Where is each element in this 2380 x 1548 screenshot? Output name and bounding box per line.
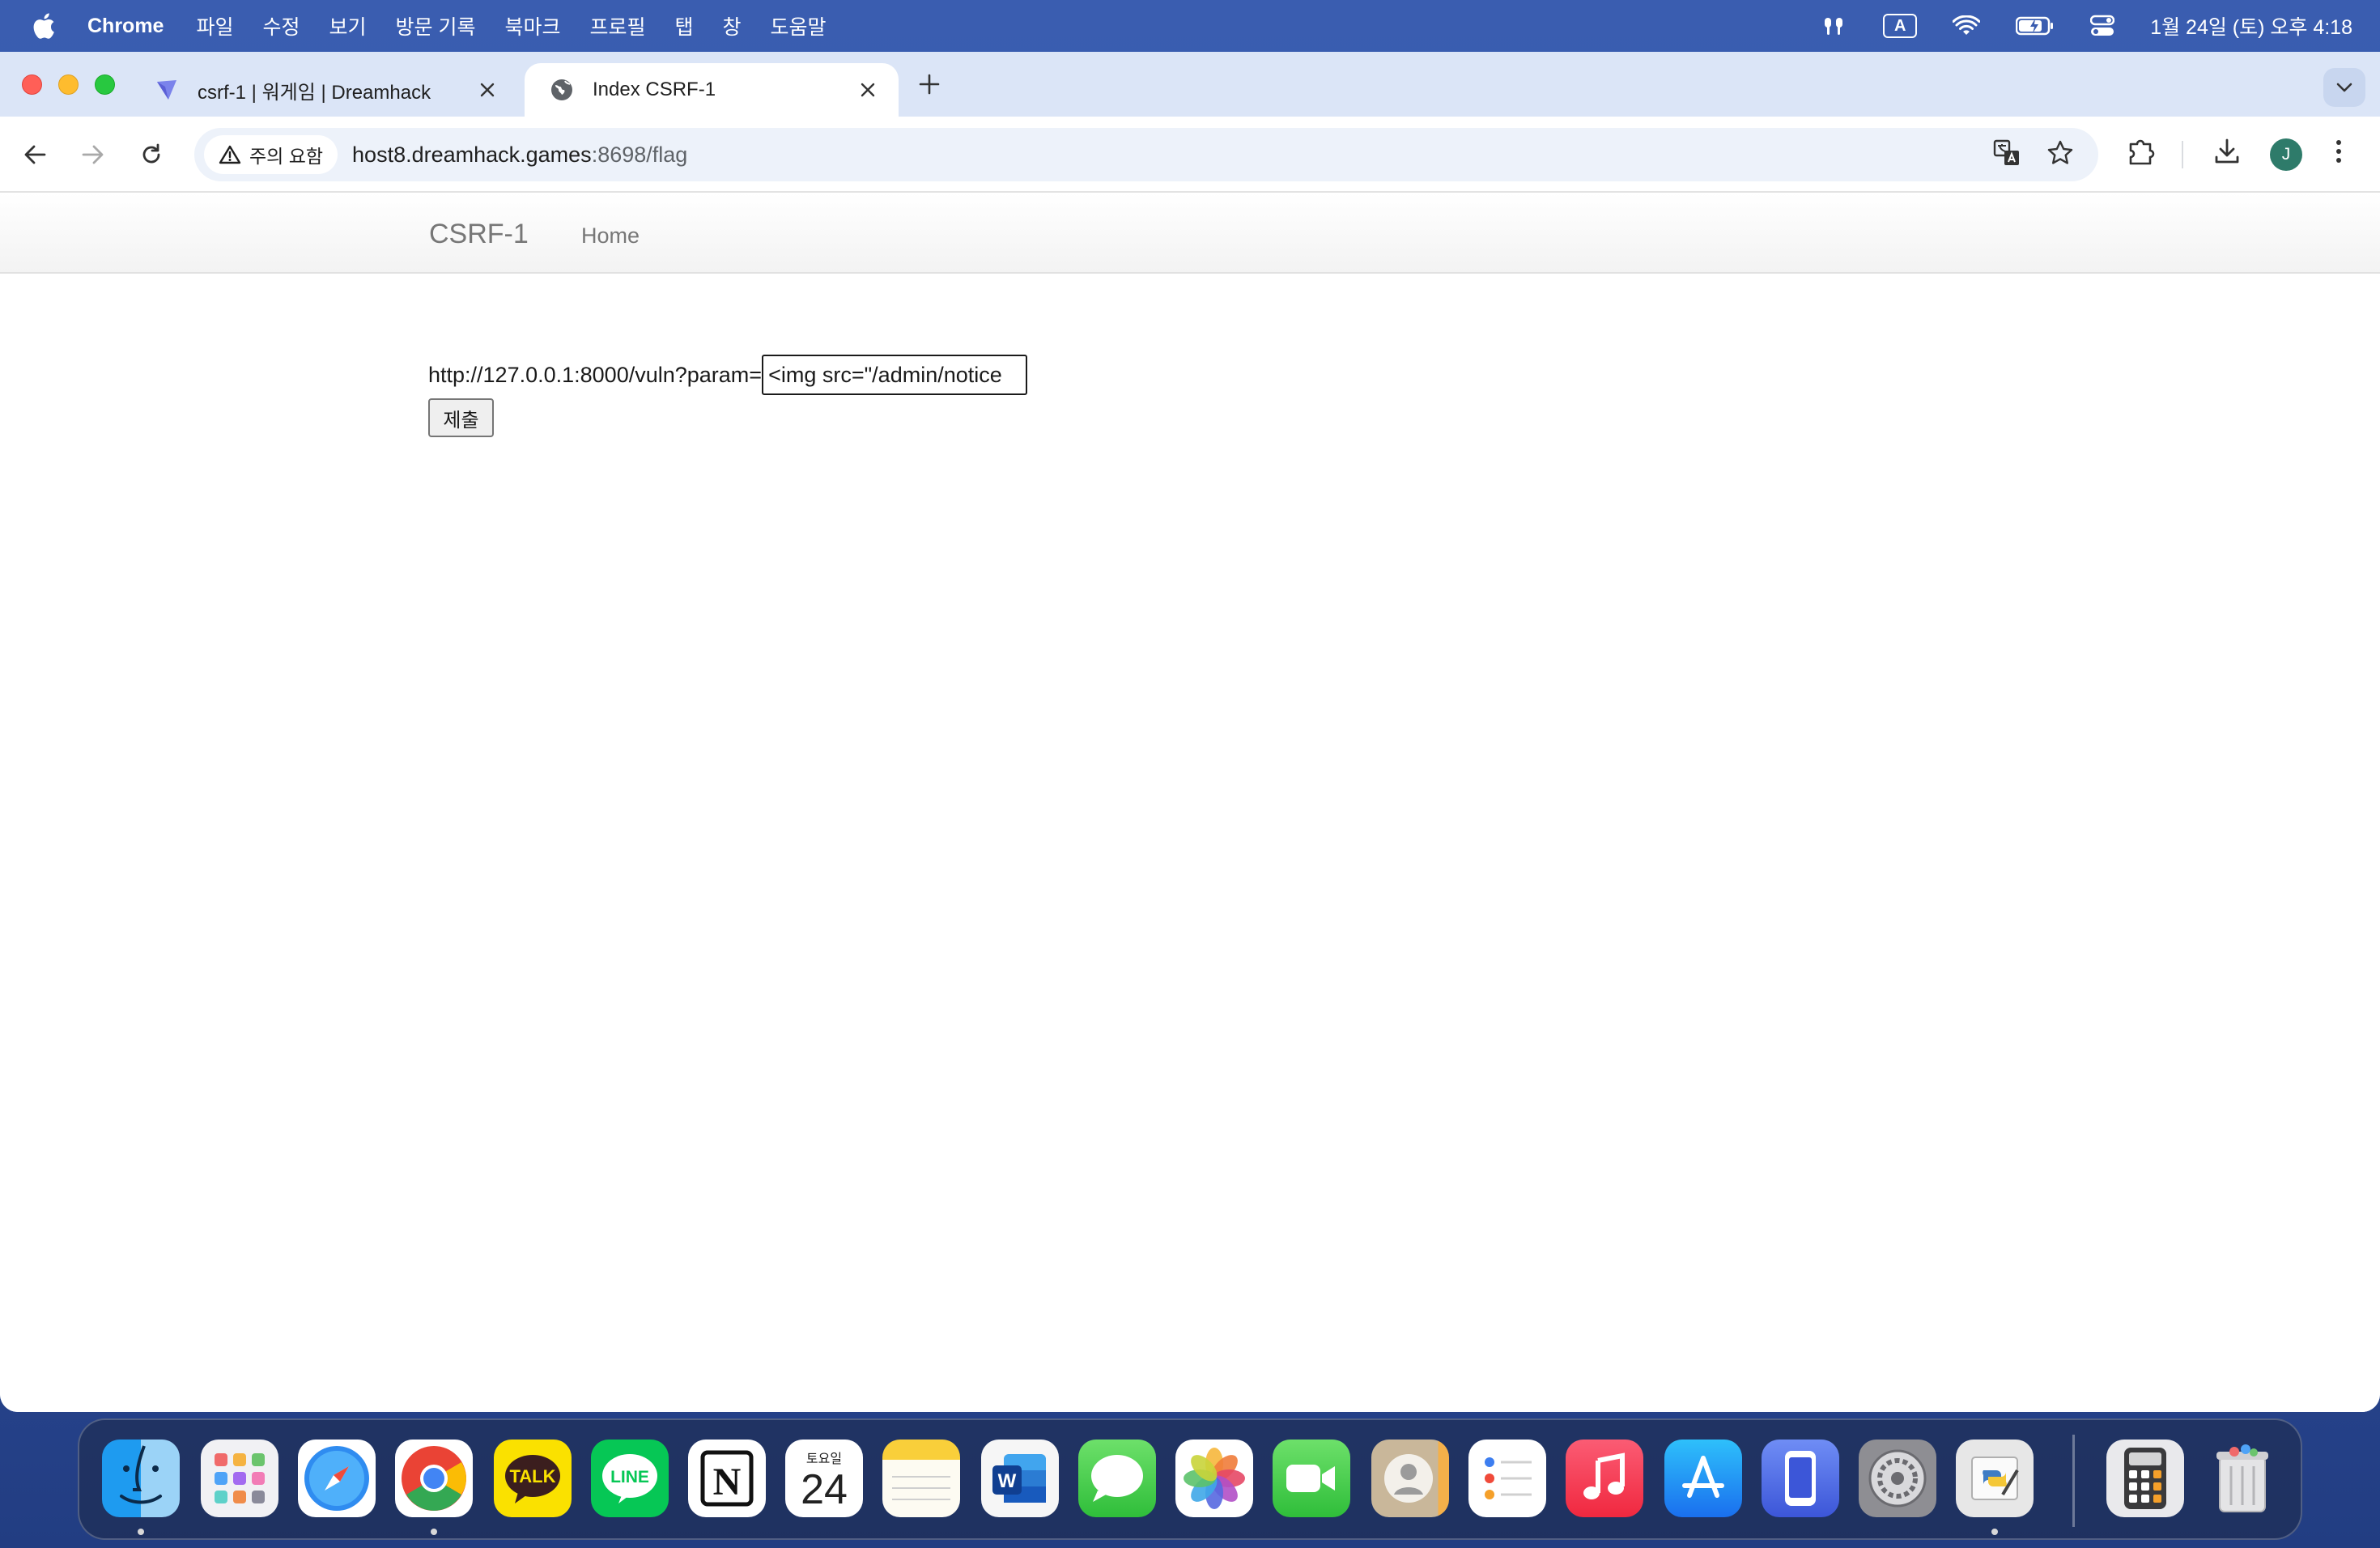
security-chip[interactable]: 주의 요함 — [204, 135, 338, 174]
dock-calculator-icon[interactable] — [2106, 1440, 2184, 1517]
dock-calendar-icon[interactable]: 토요일 24 — [785, 1440, 863, 1517]
svg-text:LINE: LINE — [610, 1468, 649, 1486]
url-host: host8.dreamhack.games — [352, 142, 592, 167]
translate-icon[interactable] — [1993, 139, 2021, 171]
tab-title: Index CSRF-1 — [593, 79, 716, 100]
nav-home-link[interactable]: Home — [581, 223, 640, 249]
menu-help[interactable]: 도움말 — [771, 11, 827, 40]
dock-word-icon[interactable]: W — [981, 1440, 1059, 1517]
dock-running-indicator — [431, 1529, 437, 1535]
macos-dock: TALK LINE N 토요일 24 W — [78, 1418, 2302, 1540]
vuln-url-label: http://127.0.0.1:8000/vuln?param= — [428, 362, 763, 387]
warning-triangle-icon — [219, 145, 241, 164]
dock-messages-icon[interactable] — [1078, 1440, 1156, 1517]
submit-button[interactable]: 제출 — [428, 398, 494, 437]
dock-notion-icon[interactable]: N — [688, 1440, 766, 1517]
menu-edit[interactable]: 수정 — [262, 11, 300, 40]
param-input[interactable]: <img src="/admin/notice — [762, 355, 1028, 395]
site-brand-link[interactable]: CSRF-1 — [429, 219, 529, 250]
tab-close-icon[interactable] — [473, 75, 502, 104]
menu-app-name[interactable]: Chrome — [87, 15, 164, 38]
toolbar-divider — [2182, 141, 2183, 168]
tab-title: csrf-1 | 워게임 | Dreamhack — [198, 81, 431, 104]
input-source-indicator[interactable]: A — [1883, 14, 1918, 38]
dock-app-store-icon[interactable] — [1664, 1440, 1742, 1517]
menu-view[interactable]: 보기 — [329, 11, 367, 40]
tab-index-csrf[interactable]: Index CSRF-1 — [525, 63, 899, 117]
macos-menubar: Chrome 파일 수정 보기 방문 기록 북마크 프로필 탭 창 도움말 A … — [0, 0, 2380, 52]
dock-running-indicator — [1991, 1529, 1998, 1535]
wifi-icon[interactable] — [1953, 15, 1981, 36]
apple-menu-icon[interactable] — [32, 13, 55, 39]
dock-trash-icon[interactable] — [2204, 1440, 2281, 1517]
dock-python-idle-icon[interactable] — [1956, 1440, 2034, 1517]
bookmark-star-icon[interactable] — [2046, 139, 2074, 171]
dock-facetime-icon[interactable] — [1273, 1440, 1350, 1517]
site-navbar: CSRF-1 Home — [0, 193, 2380, 274]
tab-strip: csrf-1 | 워게임 | Dreamhack Index CSRF-1 — [0, 52, 2380, 117]
airpods-icon[interactable] — [1820, 15, 1847, 37]
dock-launchpad-icon[interactable] — [201, 1440, 278, 1517]
tab-search-chevron-down-icon[interactable] — [2323, 68, 2365, 107]
window-minimize-button[interactable] — [58, 74, 79, 95]
dock-system-settings-icon[interactable] — [1859, 1440, 1936, 1517]
dock-safari-icon[interactable] — [298, 1440, 376, 1517]
extensions-puzzle-icon[interactable] — [2126, 136, 2157, 167]
dock-photos-icon[interactable] — [1175, 1440, 1253, 1517]
dock-chrome-icon[interactable] — [395, 1440, 473, 1517]
battery-icon[interactable] — [2016, 16, 2055, 36]
dock-separator — [2072, 1435, 2075, 1527]
url-path: :8698/flag — [591, 142, 688, 167]
more-vertical-dots-icon[interactable] — [2333, 136, 2344, 167]
forward-arrow-icon[interactable] — [78, 139, 108, 170]
dreamhack-icon — [157, 80, 176, 100]
menu-bookmarks[interactable]: 북마크 — [504, 11, 560, 40]
menu-profiles[interactable]: 프로필 — [589, 11, 645, 40]
profile-avatar[interactable]: J — [2270, 138, 2302, 171]
dock-reminders-icon[interactable] — [1468, 1440, 1546, 1517]
window-zoom-button[interactable] — [95, 74, 115, 95]
menu-window[interactable]: 창 — [723, 11, 742, 40]
flag-form: http://127.0.0.1:8000/vuln?param= <img s… — [428, 355, 1028, 437]
browser-toolbar: 주의 요함 host8.dreamhack.games:8698/flag J — [0, 117, 2380, 193]
web-page: CSRF-1 Home http://127.0.0.1:8000/vuln?p… — [0, 193, 2380, 1412]
svg-text:N: N — [713, 1461, 742, 1503]
address-bar-url[interactable]: host8.dreamhack.games:8698/flag — [352, 142, 687, 168]
control-center-icon[interactable] — [2090, 15, 2115, 37]
omnibox[interactable]: 주의 요함 host8.dreamhack.games:8698/flag — [194, 128, 2098, 181]
svg-text:W: W — [998, 1470, 1017, 1492]
dock-notes-icon[interactable] — [882, 1440, 960, 1517]
tab-close-icon[interactable] — [853, 75, 882, 104]
dock-simulator-icon[interactable] — [1762, 1440, 1839, 1517]
back-arrow-icon[interactable] — [19, 139, 50, 170]
menu-tab[interactable]: 탭 — [675, 11, 694, 40]
dock-line-icon[interactable]: LINE — [591, 1440, 669, 1517]
svg-text:TALK: TALK — [509, 1466, 555, 1486]
menu-history[interactable]: 방문 기록 — [396, 11, 476, 40]
dock-contacts-icon[interactable] — [1371, 1440, 1449, 1517]
tab-dreamhack[interactable]: csrf-1 | 워게임 | Dreamhack — [130, 63, 518, 117]
chrome-window: csrf-1 | 워게임 | Dreamhack Index CSRF-1 주의… — [0, 52, 2380, 1412]
menu-file[interactable]: 파일 — [196, 11, 233, 40]
new-tab-plus-icon[interactable] — [916, 71, 942, 101]
dock-kakaotalk-icon[interactable]: TALK — [494, 1440, 572, 1517]
download-icon[interactable] — [2212, 136, 2242, 167]
security-chip-label: 주의 요함 — [249, 146, 324, 167]
dock-finder-icon[interactable] — [102, 1440, 180, 1517]
dock-running-indicator — [138, 1529, 144, 1535]
window-close-button[interactable] — [22, 74, 42, 95]
dock-music-icon[interactable] — [1566, 1440, 1643, 1517]
globe-icon — [551, 79, 572, 100]
reload-icon[interactable] — [136, 139, 167, 170]
menubar-clock[interactable]: 1월 24일 (토) 오후 4:18 — [2150, 11, 2352, 40]
